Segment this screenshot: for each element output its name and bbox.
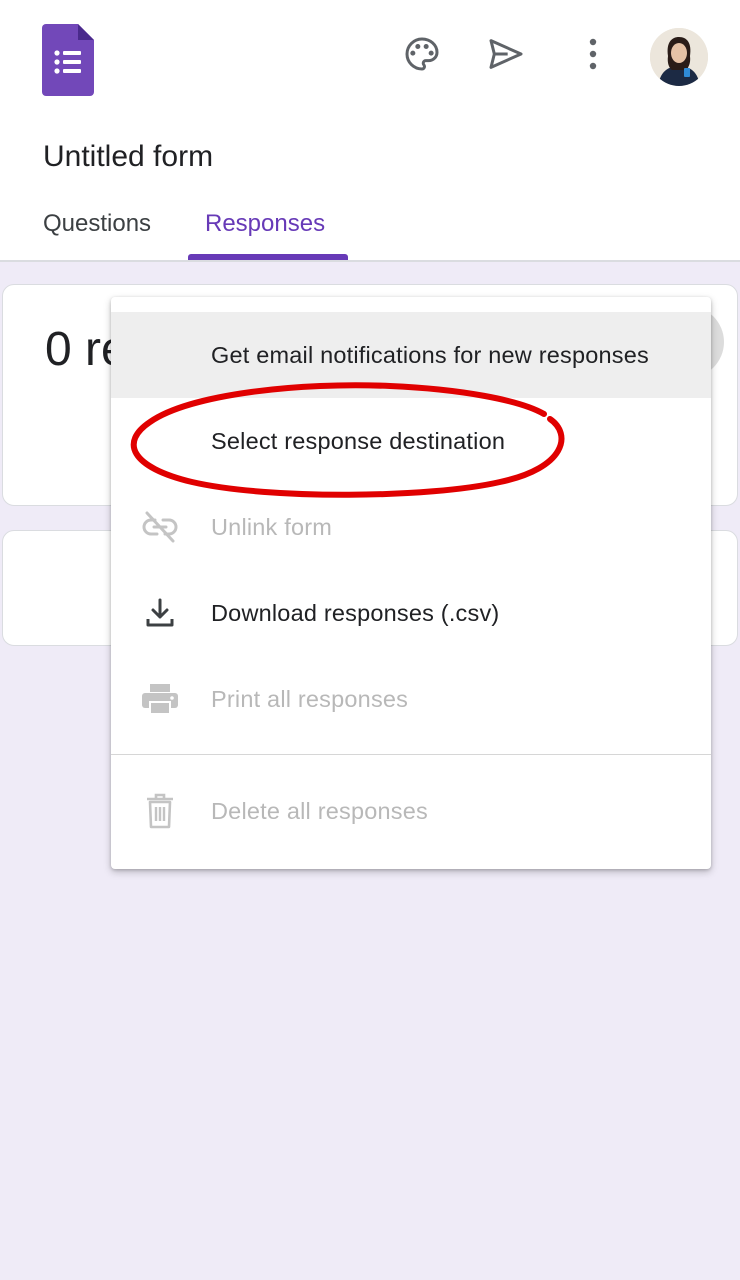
- app-header: Untitled form Questions Responses: [0, 0, 740, 262]
- more-vert-icon[interactable]: [569, 30, 617, 78]
- menu-item-delete-all[interactable]: Delete all responses: [111, 768, 711, 854]
- send-icon[interactable]: [482, 30, 530, 78]
- palette-icon[interactable]: [398, 30, 446, 78]
- user-avatar[interactable]: [650, 28, 708, 86]
- menu-item-label: Delete all responses: [211, 797, 428, 824]
- menu-item-label: Get email notifications for new response…: [211, 341, 649, 368]
- tab-questions[interactable]: Questions: [43, 210, 151, 238]
- menu-item-download-csv[interactable]: Download responses (.csv): [111, 570, 711, 656]
- menu-item-print-all[interactable]: Print all responses: [111, 656, 711, 742]
- menu-item-select-destination[interactable]: Select response destination: [111, 398, 711, 484]
- menu-item-label: Print all responses: [211, 685, 409, 712]
- menu-item-email-notifications[interactable]: Get email notifications for new response…: [111, 312, 711, 398]
- menu-divider: [111, 754, 711, 755]
- print-icon: [141, 681, 179, 717]
- active-tab-indicator: [188, 254, 348, 260]
- google-forms-icon[interactable]: [42, 24, 94, 96]
- menu-item-label: Unlink form: [211, 513, 333, 540]
- form-title[interactable]: Untitled form: [43, 140, 213, 174]
- link-off-icon: [141, 509, 179, 545]
- trash-icon: [141, 793, 179, 829]
- responses-menu: Get email notifications for new response…: [111, 297, 711, 869]
- menu-item-label: Download responses (.csv): [211, 599, 500, 626]
- download-icon: [141, 595, 179, 631]
- menu-item-unlink-form[interactable]: Unlink form: [111, 484, 711, 570]
- menu-item-label: Select response destination: [211, 427, 506, 454]
- tab-responses[interactable]: Responses: [205, 210, 325, 238]
